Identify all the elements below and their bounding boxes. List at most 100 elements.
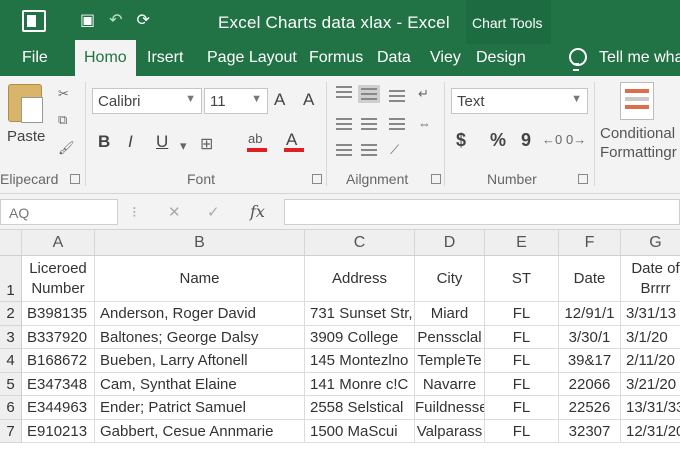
header-cell-date[interactable]: Date (559, 256, 621, 302)
column-header-g[interactable]: G (621, 230, 680, 256)
tell-me-search[interactable]: Tell me wha (599, 49, 680, 67)
address-cell[interactable]: 3909 College (305, 325, 415, 349)
row-header[interactable]: 5 (0, 372, 22, 396)
address-cell[interactable]: 731 Sunset Str, (305, 302, 415, 326)
license-number-cell[interactable]: E347348 (22, 372, 95, 396)
italic-button[interactable]: I (128, 132, 133, 152)
font-name-select[interactable]: Calibri ▼ (92, 88, 202, 114)
date-cell[interactable]: 3/30/1 (559, 325, 621, 349)
name-cell[interactable]: Ender; Patrict Samuel (95, 396, 305, 420)
tab-home[interactable]: Homo (75, 40, 136, 76)
state-cell[interactable]: FL (485, 349, 559, 373)
enter-check-icon[interactable]: ✓ (207, 203, 220, 221)
align-top-icon[interactable] (336, 86, 352, 98)
insert-function-button[interactable]: fx (250, 202, 265, 221)
undo-icon[interactable]: ↶ (109, 11, 122, 31)
header-cell-license-number[interactable]: Liceroed Number (22, 256, 95, 302)
column-header-f[interactable]: F (559, 230, 621, 256)
address-cell[interactable]: 1500 MaScui (305, 419, 415, 443)
tab-view[interactable]: Viey (430, 49, 461, 67)
tab-file[interactable]: File (22, 49, 48, 67)
conditional-formatting-icon[interactable] (620, 82, 654, 120)
column-header-e[interactable]: E (485, 230, 559, 256)
date-of-birth-cell[interactable]: 3/21/20 (621, 373, 680, 396)
number-launcher-icon[interactable] (578, 174, 588, 184)
tab-page-layout[interactable]: Page Layout (207, 49, 297, 67)
row-header[interactable]: 1 (0, 256, 22, 302)
city-cell[interactable]: Navarre (415, 372, 485, 396)
name-cell[interactable]: Gabbert, Cesue Annmarie (95, 419, 305, 443)
copy-icon[interactable]: ⧉ (58, 112, 67, 128)
underline-button[interactable]: U (156, 132, 168, 152)
decrease-decimal-icon[interactable]: 0→ (566, 132, 586, 147)
currency-button[interactable]: $ (456, 130, 466, 151)
name-cell[interactable]: Bueben, Larry Aftonell (95, 349, 305, 373)
license-number-cell[interactable]: B337920 (22, 325, 95, 349)
name-cell[interactable]: Anderson, Roger David (95, 302, 305, 326)
font-launcher-icon[interactable] (312, 174, 322, 184)
address-cell[interactable]: 141 Monre c!C (305, 372, 415, 396)
header-cell-city[interactable]: City (415, 256, 485, 302)
state-cell[interactable]: FL (485, 372, 559, 396)
header-cell-name[interactable]: Name (95, 256, 305, 302)
tab-formulas[interactable]: Formus (309, 49, 363, 67)
city-cell[interactable]: Fuildnesse (415, 396, 485, 420)
align-bottom-icon[interactable] (389, 90, 405, 102)
city-cell[interactable]: Miard (415, 302, 485, 326)
state-cell[interactable]: FL (485, 325, 559, 349)
header-cell-state[interactable]: ST (485, 256, 559, 302)
license-number-cell[interactable]: B398135 (22, 302, 95, 326)
number-format-select[interactable]: Text ▼ (451, 88, 588, 114)
conditional-formatting-button[interactable]: Conditional Formattingr (600, 124, 677, 162)
tab-data[interactable]: Data (377, 49, 411, 67)
increase-decimal-icon[interactable]: ←0 (542, 132, 562, 147)
row-header[interactable]: 6 (0, 396, 22, 420)
font-color-button[interactable]: A (286, 130, 297, 150)
name-box[interactable]: AQ (0, 199, 118, 225)
cut-icon[interactable]: ✂ (58, 86, 69, 102)
city-cell[interactable]: Penssclal (415, 325, 485, 349)
date-cell[interactable]: 12/91/1 (559, 302, 621, 326)
align-left-icon[interactable] (336, 118, 352, 130)
orientation-icon[interactable]: ⟋ (390, 142, 399, 158)
row-header[interactable]: 4 (0, 349, 22, 373)
percent-button[interactable]: % (490, 130, 506, 151)
format-painter-icon[interactable]: 🖌 (58, 140, 75, 156)
more-options-icon[interactable]: ⁝ (132, 203, 137, 221)
city-cell[interactable]: Valparass (415, 419, 485, 443)
paste-button[interactable]: Paste (7, 128, 45, 145)
lightbulb-icon[interactable] (568, 48, 587, 71)
grow-font-button[interactable]: A (274, 90, 285, 110)
name-cell[interactable]: Baltones; George Dalsy (95, 325, 305, 349)
tab-insert[interactable]: Irsert (147, 49, 183, 67)
comma-button[interactable]: 9 (521, 130, 531, 151)
date-of-birth-cell[interactable]: 3/31/13 (621, 302, 680, 326)
alignment-launcher-icon[interactable] (431, 174, 441, 184)
row-header[interactable]: 7 (0, 419, 22, 443)
save-icon[interactable]: ▣ (80, 11, 95, 31)
redo-icon[interactable]: ⟳ (137, 11, 150, 31)
column-header-a[interactable]: A (22, 230, 95, 256)
city-cell[interactable]: TempleTe (415, 349, 485, 373)
decrease-indent-icon[interactable] (336, 144, 352, 156)
align-right-icon[interactable] (389, 118, 405, 130)
name-cell[interactable]: Cam, Synthat Elaine (95, 372, 305, 396)
font-size-select[interactable]: 11 ▼ (204, 88, 268, 114)
paste-icon[interactable] (8, 84, 43, 123)
fill-color-button[interactable]: ab (248, 131, 262, 146)
merge-center-icon[interactable]: ⇔ (418, 116, 431, 131)
border-icon[interactable]: ⊞ (200, 134, 213, 154)
row-header[interactable]: 2 (0, 302, 22, 326)
align-center-icon[interactable] (361, 118, 377, 130)
column-header-d[interactable]: D (415, 230, 485, 256)
date-cell[interactable]: 39&17 (559, 349, 621, 373)
tab-design[interactable]: Design (476, 49, 526, 67)
column-header-b[interactable]: B (95, 230, 305, 256)
date-of-birth-cell[interactable]: 12/31/20 (621, 420, 680, 443)
state-cell[interactable]: FL (485, 302, 559, 326)
license-number-cell[interactable]: E344963 (22, 396, 95, 420)
wrap-text-icon[interactable]: ↵ (418, 86, 429, 102)
align-middle-icon[interactable] (358, 85, 380, 103)
license-number-cell[interactable]: B168672 (22, 349, 95, 373)
date-cell[interactable]: 22066 (559, 372, 621, 396)
